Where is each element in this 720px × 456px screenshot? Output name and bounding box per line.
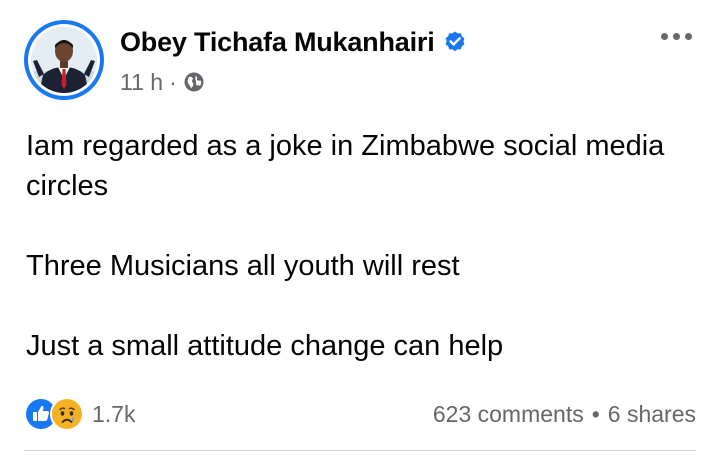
meta-separator: ·	[169, 68, 177, 95]
more-options-icon[interactable]	[654, 24, 698, 48]
sad-icon	[50, 397, 84, 431]
post-stats: 1.7k 623 comments • 6 shares	[24, 394, 696, 434]
globe-icon[interactable]	[183, 71, 205, 93]
shares-count[interactable]: 6 shares	[608, 401, 696, 428]
facebook-post: Obey Tichafa Mukanhairi 11 h · Iam regar…	[0, 0, 720, 456]
avatar[interactable]	[24, 20, 104, 100]
post-timestamp[interactable]: 11 h	[120, 69, 163, 96]
post-paragraph: Three Musicians all youth will rest	[26, 250, 460, 282]
profile-photo	[31, 27, 97, 93]
author-row: Obey Tichafa Mukanhairi	[120, 22, 467, 62]
reaction-count[interactable]: 1.7k	[92, 401, 135, 428]
post-body: Iam regarded as a joke in Zimbabwe socia…	[26, 126, 686, 366]
verified-badge-icon	[443, 30, 467, 54]
engagement-counts: 623 comments • 6 shares	[433, 401, 696, 428]
divider	[24, 450, 696, 451]
avatar-ring	[28, 24, 100, 96]
author-name[interactable]: Obey Tichafa Mukanhairi	[120, 27, 435, 58]
reactions-summary[interactable]: 1.7k	[24, 397, 135, 431]
post-paragraph: Just a small attitude change can help	[26, 330, 504, 362]
counts-separator: •	[591, 400, 600, 427]
more-dot	[684, 32, 692, 40]
comments-count[interactable]: 623 comments	[433, 401, 584, 428]
post-meta: 11 h ·	[120, 66, 205, 98]
more-dot	[660, 32, 668, 40]
post-paragraph: Iam regarded as a joke in Zimbabwe socia…	[26, 130, 665, 202]
more-dot	[672, 32, 680, 40]
